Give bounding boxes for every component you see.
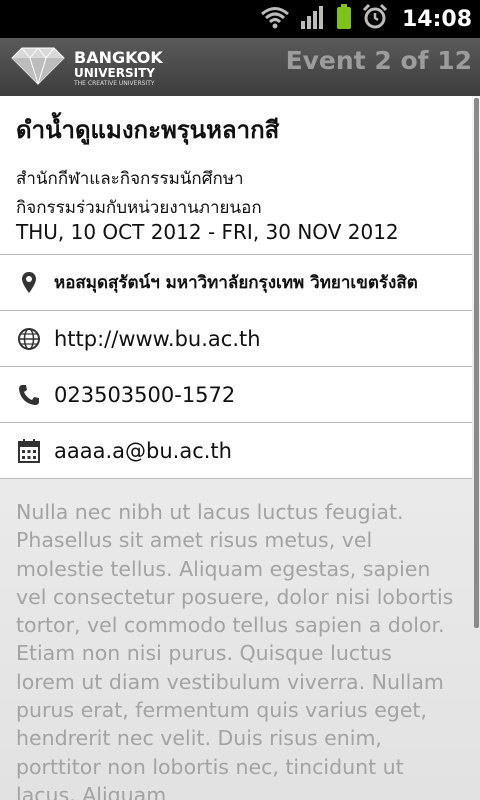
phone-icon <box>16 384 42 406</box>
email-row[interactable]: aaaa.a@bu.ac.th <box>0 423 472 479</box>
alarm-icon <box>362 3 388 34</box>
university-logo[interactable]: BANGKOK UNIVERSITY THE CREATIVE UNIVERSI… <box>10 46 163 90</box>
logo-text: BANGKOK UNIVERSITY THE CREATIVE UNIVERSI… <box>74 47 163 87</box>
phone-row[interactable]: 023503500-1572 <box>0 367 472 423</box>
scrollbar[interactable] <box>474 98 479 628</box>
event-header: ดำน้ำดูแมงกะพรุนหลากสี สำนักกีฬาและกิจกร… <box>0 96 472 255</box>
event-category: กิจกรรมร่วมกับหน่วยงานภายนอก <box>16 198 262 218</box>
battery-icon <box>336 4 352 34</box>
logo-line-2: UNIVERSITY <box>74 65 155 80</box>
status-bar: 14:08 <box>0 0 480 38</box>
event-counter: Event 2 of 12 <box>285 46 472 75</box>
location-row[interactable]: หอสมุดสุรัตน์ฯ มหาวิทาลัยกรุงเทพ วิทยาเข… <box>0 255 472 311</box>
event-dates: THU, 10 OCT 2012 - FRI, 30 NOV 2012 <box>16 220 399 244</box>
wifi-icon <box>260 5 290 33</box>
globe-icon <box>16 327 42 351</box>
phone-number[interactable]: 023503500-1572 <box>54 383 235 407</box>
logo-tagline: THE CREATIVE UNIVERSITY <box>74 79 155 87</box>
diamond-icon <box>10 46 66 90</box>
website-link[interactable]: http://www.bu.ac.th <box>54 327 261 351</box>
website-row[interactable]: http://www.bu.ac.th <box>0 311 472 367</box>
location-text: หอสมุดสุรัตน์ฯ มหาวิทาลัยกรุงเทพ วิทยาเข… <box>54 273 418 293</box>
email-address[interactable]: aaaa.a@bu.ac.th <box>54 439 232 463</box>
event-organizer: สำนักกีฬาและกิจกรรมนักศึกษา <box>16 169 244 189</box>
logo-line-1: BANGKOK <box>74 47 163 67</box>
location-pin-icon <box>16 271 42 295</box>
action-bar: BANGKOK UNIVERSITY THE CREATIVE UNIVERSI… <box>0 38 480 97</box>
event-description: Nulla nec nibh ut lacus luctus feugiat. … <box>16 500 454 800</box>
calendar-icon <box>16 438 42 463</box>
signal-icon <box>300 5 326 33</box>
clock: 14:08 <box>401 6 472 32</box>
event-detail[interactable]: ดำน้ำดูแมงกะพรุนหลากสี สำนักกีฬาและกิจกร… <box>0 96 480 800</box>
event-title: ดำน้ำดูแมงกะพรุนหลากสี <box>16 116 280 144</box>
